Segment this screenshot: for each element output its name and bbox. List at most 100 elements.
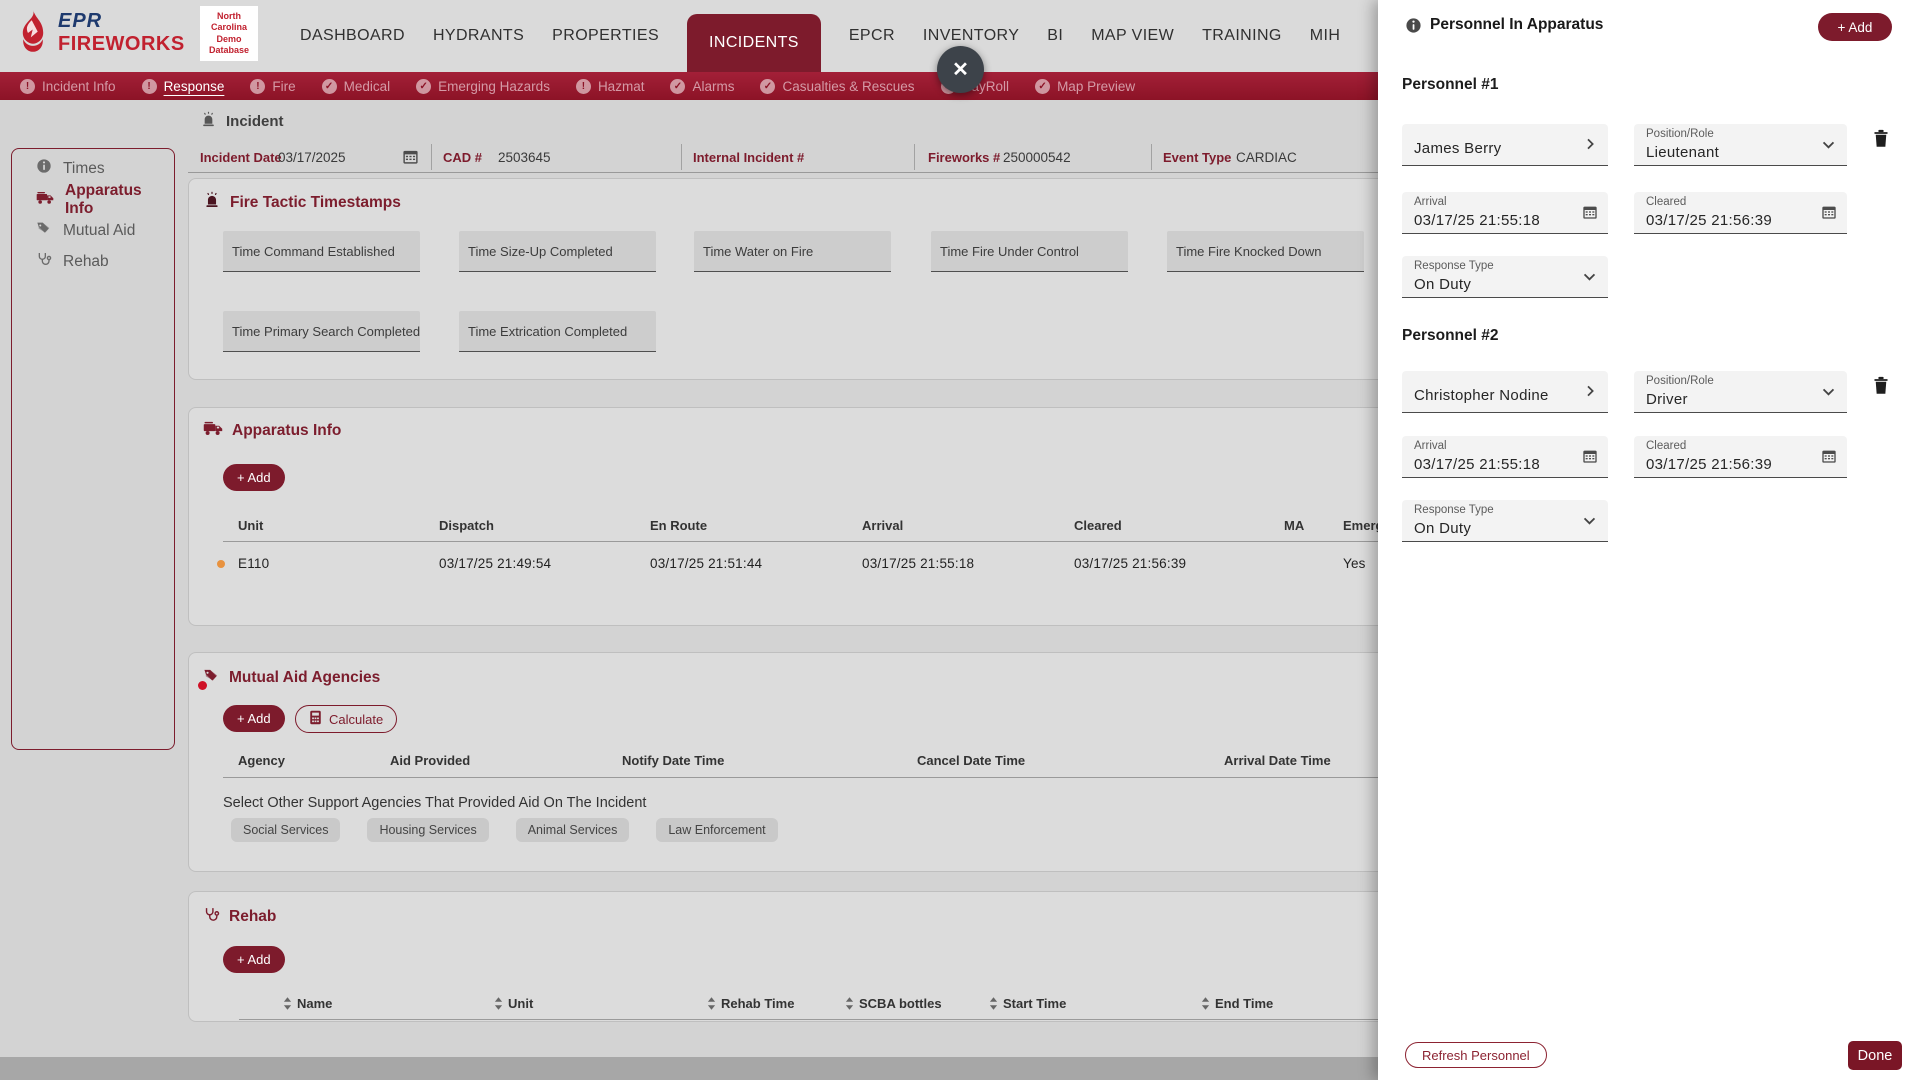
subnav-medical[interactable]: ✓ Medical xyxy=(322,79,391,94)
personnel-add-button[interactable]: + Add xyxy=(1818,13,1892,41)
sidebar-item-mutual-aid[interactable]: Mutual Aid xyxy=(12,215,174,246)
time-extrication-completed-field[interactable]: Time Extrication Completed xyxy=(459,311,656,352)
sort-col-unit[interactable]: Unit xyxy=(494,996,533,1011)
personnel-2-delete-button[interactable] xyxy=(1872,375,1890,399)
siren-icon xyxy=(203,191,221,214)
personnel-2-cleared-field[interactable]: Cleared 03/17/25 21:56:39 xyxy=(1634,436,1847,478)
nav-hydrants[interactable]: HYDRANTS xyxy=(433,27,524,45)
time-primary-search-completed-field[interactable]: Time Primary Search Completed xyxy=(223,311,420,352)
nav-inventory[interactable]: INVENTORY xyxy=(923,27,1019,45)
col-notify-date-time: Notify Date Time xyxy=(622,753,724,768)
event-type-label: Event Type xyxy=(1163,150,1231,165)
cell-dispatch: 03/17/25 21:49:54 xyxy=(439,556,551,571)
app-logo[interactable]: EPR FIREWORKS xyxy=(14,10,185,59)
cell-emergency: Yes xyxy=(1343,556,1366,571)
apparatus-add-button[interactable]: + Add xyxy=(223,464,285,491)
chip-animal-services[interactable]: Animal Services xyxy=(516,818,630,842)
subnav-hazmat[interactable]: ! Hazmat xyxy=(576,79,645,94)
personnel-1-cleared-field[interactable]: Cleared 03/17/25 21:56:39 xyxy=(1634,192,1847,234)
cad-number-value[interactable]: 2503645 xyxy=(498,150,551,165)
chip-housing-services[interactable]: Housing Services xyxy=(367,818,488,842)
col-cancel-date-time: Cancel Date Time xyxy=(917,753,1025,768)
nav-map-view[interactable]: MAP VIEW xyxy=(1091,27,1174,45)
tags-icon xyxy=(203,667,220,689)
personnel-1-response-type-select[interactable]: Response Type On Duty xyxy=(1402,256,1608,298)
personnel-1-position-select[interactable]: Position/Role Lieutenant xyxy=(1634,124,1847,166)
chip-social-services[interactable]: Social Services xyxy=(231,818,340,842)
support-agency-chips: Social Services Housing Services Animal … xyxy=(231,818,778,842)
event-type-value[interactable]: CARDIAC xyxy=(1236,150,1297,165)
col-dispatch: Dispatch xyxy=(439,518,494,533)
sort-icon xyxy=(1201,997,1210,1010)
sort-icon xyxy=(989,997,998,1010)
nav-bi[interactable]: BI xyxy=(1047,27,1063,45)
sort-col-scba-bottles[interactable]: SCBA bottles xyxy=(845,996,942,1011)
divider xyxy=(1151,144,1152,170)
col-ma: MA xyxy=(1284,518,1304,533)
divider xyxy=(431,144,432,170)
chevron-down-icon xyxy=(1581,268,1598,290)
time-fire-knocked-down-field[interactable]: Time Fire Knocked Down xyxy=(1167,231,1364,272)
done-button[interactable]: Done xyxy=(1848,1041,1902,1070)
check-icon: ✓ xyxy=(322,79,337,94)
sort-col-start-time[interactable]: Start Time xyxy=(989,996,1066,1011)
check-icon: ✓ xyxy=(760,79,775,94)
nav-properties[interactable]: PROPERTIES xyxy=(552,27,659,45)
nav-dashboard[interactable]: DASHBOARD xyxy=(300,27,405,45)
refresh-personnel-button[interactable]: Refresh Personnel xyxy=(1405,1042,1547,1068)
calendar-icon xyxy=(1821,204,1837,225)
personnel-2-name-field[interactable]: Christopher Nodine xyxy=(1402,371,1608,413)
incident-title: Incident xyxy=(200,111,284,132)
time-water-on-fire-field[interactable]: Time Water on Fire xyxy=(694,231,891,272)
rehab-add-button[interactable]: + Add xyxy=(223,946,285,973)
flame-logo-icon xyxy=(14,10,52,59)
info-icon xyxy=(36,158,52,179)
sidebar-item-rehab[interactable]: Rehab xyxy=(12,246,174,277)
alert-icon: ! xyxy=(20,79,35,94)
chevron-right-icon xyxy=(1582,136,1598,157)
sidebar-item-times[interactable]: Times xyxy=(12,153,174,184)
subnav-casualties-rescues[interactable]: ✓ Casualties & Rescues xyxy=(760,79,914,94)
subnav-emerging-hazards[interactable]: ✓ Emerging Hazards xyxy=(416,79,550,94)
personnel-2-position-select[interactable]: Position/Role Driver xyxy=(1634,371,1847,413)
personnel-1-name-field[interactable]: James Berry xyxy=(1402,124,1608,166)
calendar-icon[interactable] xyxy=(402,148,419,170)
sort-icon xyxy=(283,997,292,1010)
sort-icon xyxy=(845,997,854,1010)
subnav-fire[interactable]: ! Fire xyxy=(250,79,295,94)
alert-icon: ! xyxy=(250,79,265,94)
sort-col-name[interactable]: Name xyxy=(283,996,332,1011)
subnav-alarms[interactable]: ✓ Alarms xyxy=(670,79,734,94)
close-button[interactable]: ✕ xyxy=(937,46,984,93)
calculate-button[interactable]: Calculate xyxy=(295,705,397,733)
chevron-down-icon xyxy=(1820,136,1837,158)
cell-unit: E110 xyxy=(238,556,269,571)
sort-col-end-time[interactable]: End Time xyxy=(1201,996,1273,1011)
subnav-incident-info[interactable]: ! Incident Info xyxy=(20,79,116,94)
time-sizeup-completed-field[interactable]: Time Size-Up Completed xyxy=(459,231,656,272)
cell-arrival: 03/17/25 21:55:18 xyxy=(862,556,974,571)
subnav-response[interactable]: ! Response xyxy=(142,79,225,94)
nav-training[interactable]: TRAINING xyxy=(1202,27,1282,45)
sidebar-item-apparatus-info[interactable]: Apparatus Info xyxy=(12,184,174,215)
database-badge: North Carolina Demo Database xyxy=(200,6,258,61)
time-command-established-field[interactable]: Time Command Established xyxy=(223,231,420,272)
chip-law-enforcement[interactable]: Law Enforcement xyxy=(656,818,777,842)
subnav-map-preview[interactable]: ✓ Map Preview xyxy=(1035,79,1135,94)
col-unit: Unit xyxy=(238,518,263,533)
support-agencies-label: Select Other Support Agencies That Provi… xyxy=(223,795,646,811)
mutual-aid-add-button[interactable]: + Add xyxy=(223,705,285,732)
personnel-2-arrival-field[interactable]: Arrival 03/17/25 21:55:18 xyxy=(1402,436,1608,478)
chevron-down-icon xyxy=(1820,383,1837,405)
nav-incidents[interactable]: INCIDENTS xyxy=(687,14,821,72)
time-fire-under-control-field[interactable]: Time Fire Under Control xyxy=(931,231,1128,272)
table-divider xyxy=(239,1019,1429,1020)
personnel-1-delete-button[interactable] xyxy=(1872,128,1890,152)
personnel-2-response-type-select[interactable]: Response Type On Duty xyxy=(1402,500,1608,542)
sort-col-rehab-time[interactable]: Rehab Time xyxy=(707,996,794,1011)
nav-mih[interactable]: MIH xyxy=(1310,27,1341,45)
incident-date-value[interactable]: 03/17/2025 xyxy=(278,150,346,165)
nav-epcr[interactable]: EPCR xyxy=(849,27,895,45)
fireworks-number-value[interactable]: 250000542 xyxy=(1003,150,1071,165)
personnel-1-arrival-field[interactable]: Arrival 03/17/25 21:55:18 xyxy=(1402,192,1608,234)
